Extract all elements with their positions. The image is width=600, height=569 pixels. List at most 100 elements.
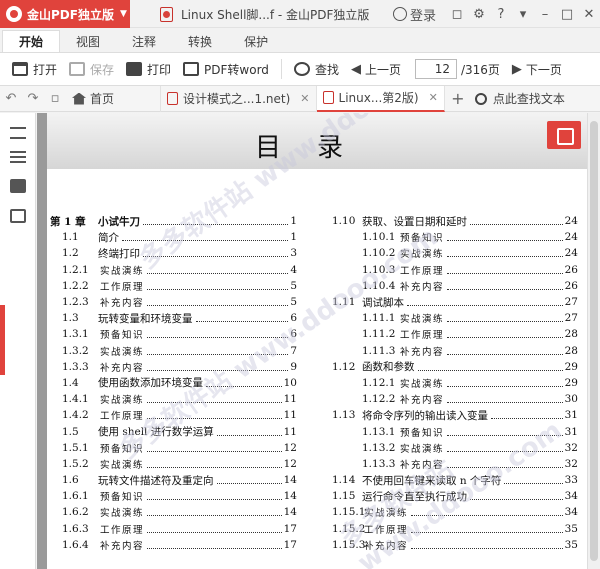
- toc-entry[interactable]: 1.6.2 实战演练 14: [50, 504, 297, 520]
- toc-entry-number: 1.2: [62, 247, 79, 260]
- toc-entry[interactable]: 1.4.2 工作原理 11: [50, 407, 297, 423]
- toc-entry[interactable]: 1.5.1 预备知识 12: [50, 440, 297, 456]
- comments-icon[interactable]: [10, 179, 26, 193]
- toc-entry[interactable]: 1.15.1 实战演练 34: [332, 504, 578, 520]
- page-number-input[interactable]: 12: [414, 59, 457, 79]
- toc-entry[interactable]: 1.15.3 补充内容 35: [332, 537, 578, 553]
- close-button[interactable]: ✕: [578, 7, 600, 22]
- tab-design-patterns[interactable]: 设计模式之...1.net) ✕: [161, 85, 317, 112]
- find-button[interactable]: 查找: [293, 61, 339, 78]
- toc-entry[interactable]: 1.13.3 补充内容 32: [332, 456, 578, 472]
- toc-entry[interactable]: 1.4 使用函数添加环境变量 10: [50, 375, 297, 391]
- tab-annotate[interactable]: 注释: [116, 30, 172, 52]
- prev-page-label: 上一页: [364, 62, 401, 77]
- tab-linux-shell[interactable]: Linux...第2版) ✕: [316, 85, 445, 112]
- toc-entry[interactable]: 1.5.2 实战演练 12: [50, 456, 297, 472]
- toc-entry[interactable]: 1.11.3 补充内容 28: [332, 343, 578, 359]
- help-icon[interactable]: ?: [490, 7, 512, 22]
- open-button[interactable]: 打开: [12, 61, 57, 78]
- toc-entry[interactable]: 1.15 运行命令直至执行成功 34: [332, 488, 578, 504]
- toc-entry[interactable]: 1.11.2 工作原理 28: [332, 326, 578, 342]
- toc-entry[interactable]: 1.10.4 补充内容 26: [332, 278, 578, 294]
- toc-entry[interactable]: 1.4.1 实战演练 11: [50, 391, 297, 407]
- toc-entry-page: 17: [283, 538, 297, 551]
- attachment-icon[interactable]: [10, 209, 26, 223]
- print-button[interactable]: 打印: [126, 61, 171, 78]
- toc-entry[interactable]: 1.10.2 实战演练 24: [332, 245, 578, 261]
- toc-entry[interactable]: 1.15.2 工作原理 35: [332, 521, 578, 537]
- toc-entry[interactable]: 1.3.2 实战演练 7: [50, 343, 297, 359]
- toc-entry[interactable]: 1.2.1 实战演练 4: [50, 262, 297, 278]
- skin-icon[interactable]: ◻: [446, 7, 468, 22]
- toc-entry-title: 补充内容: [400, 395, 445, 407]
- tab-convert[interactable]: 转换: [172, 30, 228, 52]
- tab-home[interactable]: 首页: [66, 85, 162, 112]
- toc-entry[interactable]: 1.1 简介 1: [50, 229, 297, 245]
- close-tab-icon[interactable]: ✕: [300, 92, 309, 105]
- toc-entry-number: 1.6.3: [62, 522, 89, 535]
- toc-entry[interactable]: 1.13.1 预备知识 31: [332, 423, 578, 439]
- toc-entry[interactable]: 1.12 函数和参数 29: [332, 359, 578, 375]
- vertical-scrollbar[interactable]: [587, 113, 600, 569]
- toc-entry[interactable]: 1.10 获取、设置日期和延时 24: [332, 213, 578, 229]
- minimize-button[interactable]: –: [534, 7, 556, 22]
- tab-view[interactable]: 视图: [60, 30, 116, 52]
- toc-entry-title: 预备知识: [100, 330, 145, 342]
- toc-entry-page: 32: [564, 441, 578, 454]
- toc-entry[interactable]: 1.14 不使用回车键来读取 n 个字符 33: [332, 472, 578, 488]
- gear-icon[interactable]: ⚙: [468, 7, 490, 22]
- toc-entry-title: 实战演练: [100, 508, 145, 520]
- arrow-right-icon: ▶: [511, 61, 522, 77]
- login-button[interactable]: 登录: [392, 5, 436, 24]
- scrollbar-thumb[interactable]: [590, 121, 598, 561]
- save-button[interactable]: 保存: [69, 61, 114, 78]
- redo-icon[interactable]: ↷: [22, 91, 44, 106]
- prev-page-button[interactable]: ◀ 上一页: [351, 61, 401, 78]
- toc-entry[interactable]: 1.10.3 工作原理 26: [332, 262, 578, 278]
- app-menu-button[interactable]: 金山PDF独立版 ▼: [0, 0, 130, 28]
- toc-entry[interactable]: 1.6 玩转文件描述符及重定向 14: [50, 472, 297, 488]
- toc-entry-page: 1: [290, 215, 297, 228]
- toc-entry[interactable]: 1.2.2 工作原理 5: [50, 278, 297, 294]
- search-icon: [474, 92, 487, 105]
- toc-entry[interactable]: 1.3.1 预备知识 6: [50, 326, 297, 342]
- toc-entry[interactable]: 1.13 将命令序列的输出读入变量 31: [332, 407, 578, 423]
- toc-entry-title: 简介: [98, 231, 119, 244]
- toc-entry-number: 1.3.3: [62, 360, 89, 373]
- tab-protect[interactable]: 保护: [228, 30, 284, 52]
- thumbnail-icon[interactable]: [10, 127, 26, 139]
- undo-icon[interactable]: ↶: [0, 91, 22, 106]
- toc-entry[interactable]: 1.2 终端打印 3: [50, 245, 297, 261]
- options-icon[interactable]: ▾: [512, 7, 534, 22]
- toc-entry[interactable]: 1.5 使用 shell 进行数学运算 11: [50, 423, 297, 439]
- toc-entry[interactable]: 1.11.1 实战演练 27: [332, 310, 578, 326]
- toc-entry[interactable]: 1.13.2 实战演练 32: [332, 440, 578, 456]
- pdf-file-icon: [322, 91, 334, 104]
- pdf-to-word-button[interactable]: PDF转word: [183, 61, 269, 78]
- pdf-convert-icon[interactable]: [547, 121, 581, 149]
- panel-collapse-handle[interactable]: [0, 305, 5, 375]
- toc-entry[interactable]: 1.6.1 预备知识 14: [50, 488, 297, 504]
- document-viewport[interactable]: 目录 第 1 章小试牛刀 1 1.1 简介 1 1.2 终端打印 3 1.2.1 实战演练 4 1.2…: [37, 113, 600, 569]
- quick-save-icon[interactable]: ▫: [44, 91, 66, 106]
- toc-entry[interactable]: 第 1 章小试牛刀 1: [50, 213, 297, 229]
- toc-entry[interactable]: 1.2.3 补充内容 5: [50, 294, 297, 310]
- toc-entry-title: 预备知识: [100, 492, 145, 504]
- toc-entry[interactable]: 1.10.1 预备知识 24: [332, 229, 578, 245]
- find-text-box[interactable]: 点此查找文本: [474, 90, 565, 107]
- toc-entry[interactable]: 1.12.2 补充内容 30: [332, 391, 578, 407]
- toc-entry[interactable]: 1.3.3 补充内容 9: [50, 359, 297, 375]
- toc-entry[interactable]: 1.6.3 工作原理 17: [50, 521, 297, 537]
- next-page-button[interactable]: ▶ 下一页: [512, 61, 562, 78]
- toc-entry[interactable]: 1.11 调试脚本 27: [332, 294, 578, 310]
- toc-entry[interactable]: 1.3 玩转变量和环境变量 6: [50, 310, 297, 326]
- pdf-file-icon: [167, 92, 179, 105]
- outline-icon[interactable]: [10, 151, 26, 165]
- toc-leader-dots: [147, 395, 282, 404]
- new-tab-button[interactable]: +: [445, 89, 471, 108]
- close-tab-icon[interactable]: ✕: [429, 91, 438, 104]
- toc-entry[interactable]: 1.12.1 实战演练 29: [332, 375, 578, 391]
- maximize-button[interactable]: □: [556, 7, 578, 22]
- tab-start[interactable]: 开始: [2, 30, 61, 52]
- toc-entry[interactable]: 1.6.4 补充内容 17: [50, 537, 297, 553]
